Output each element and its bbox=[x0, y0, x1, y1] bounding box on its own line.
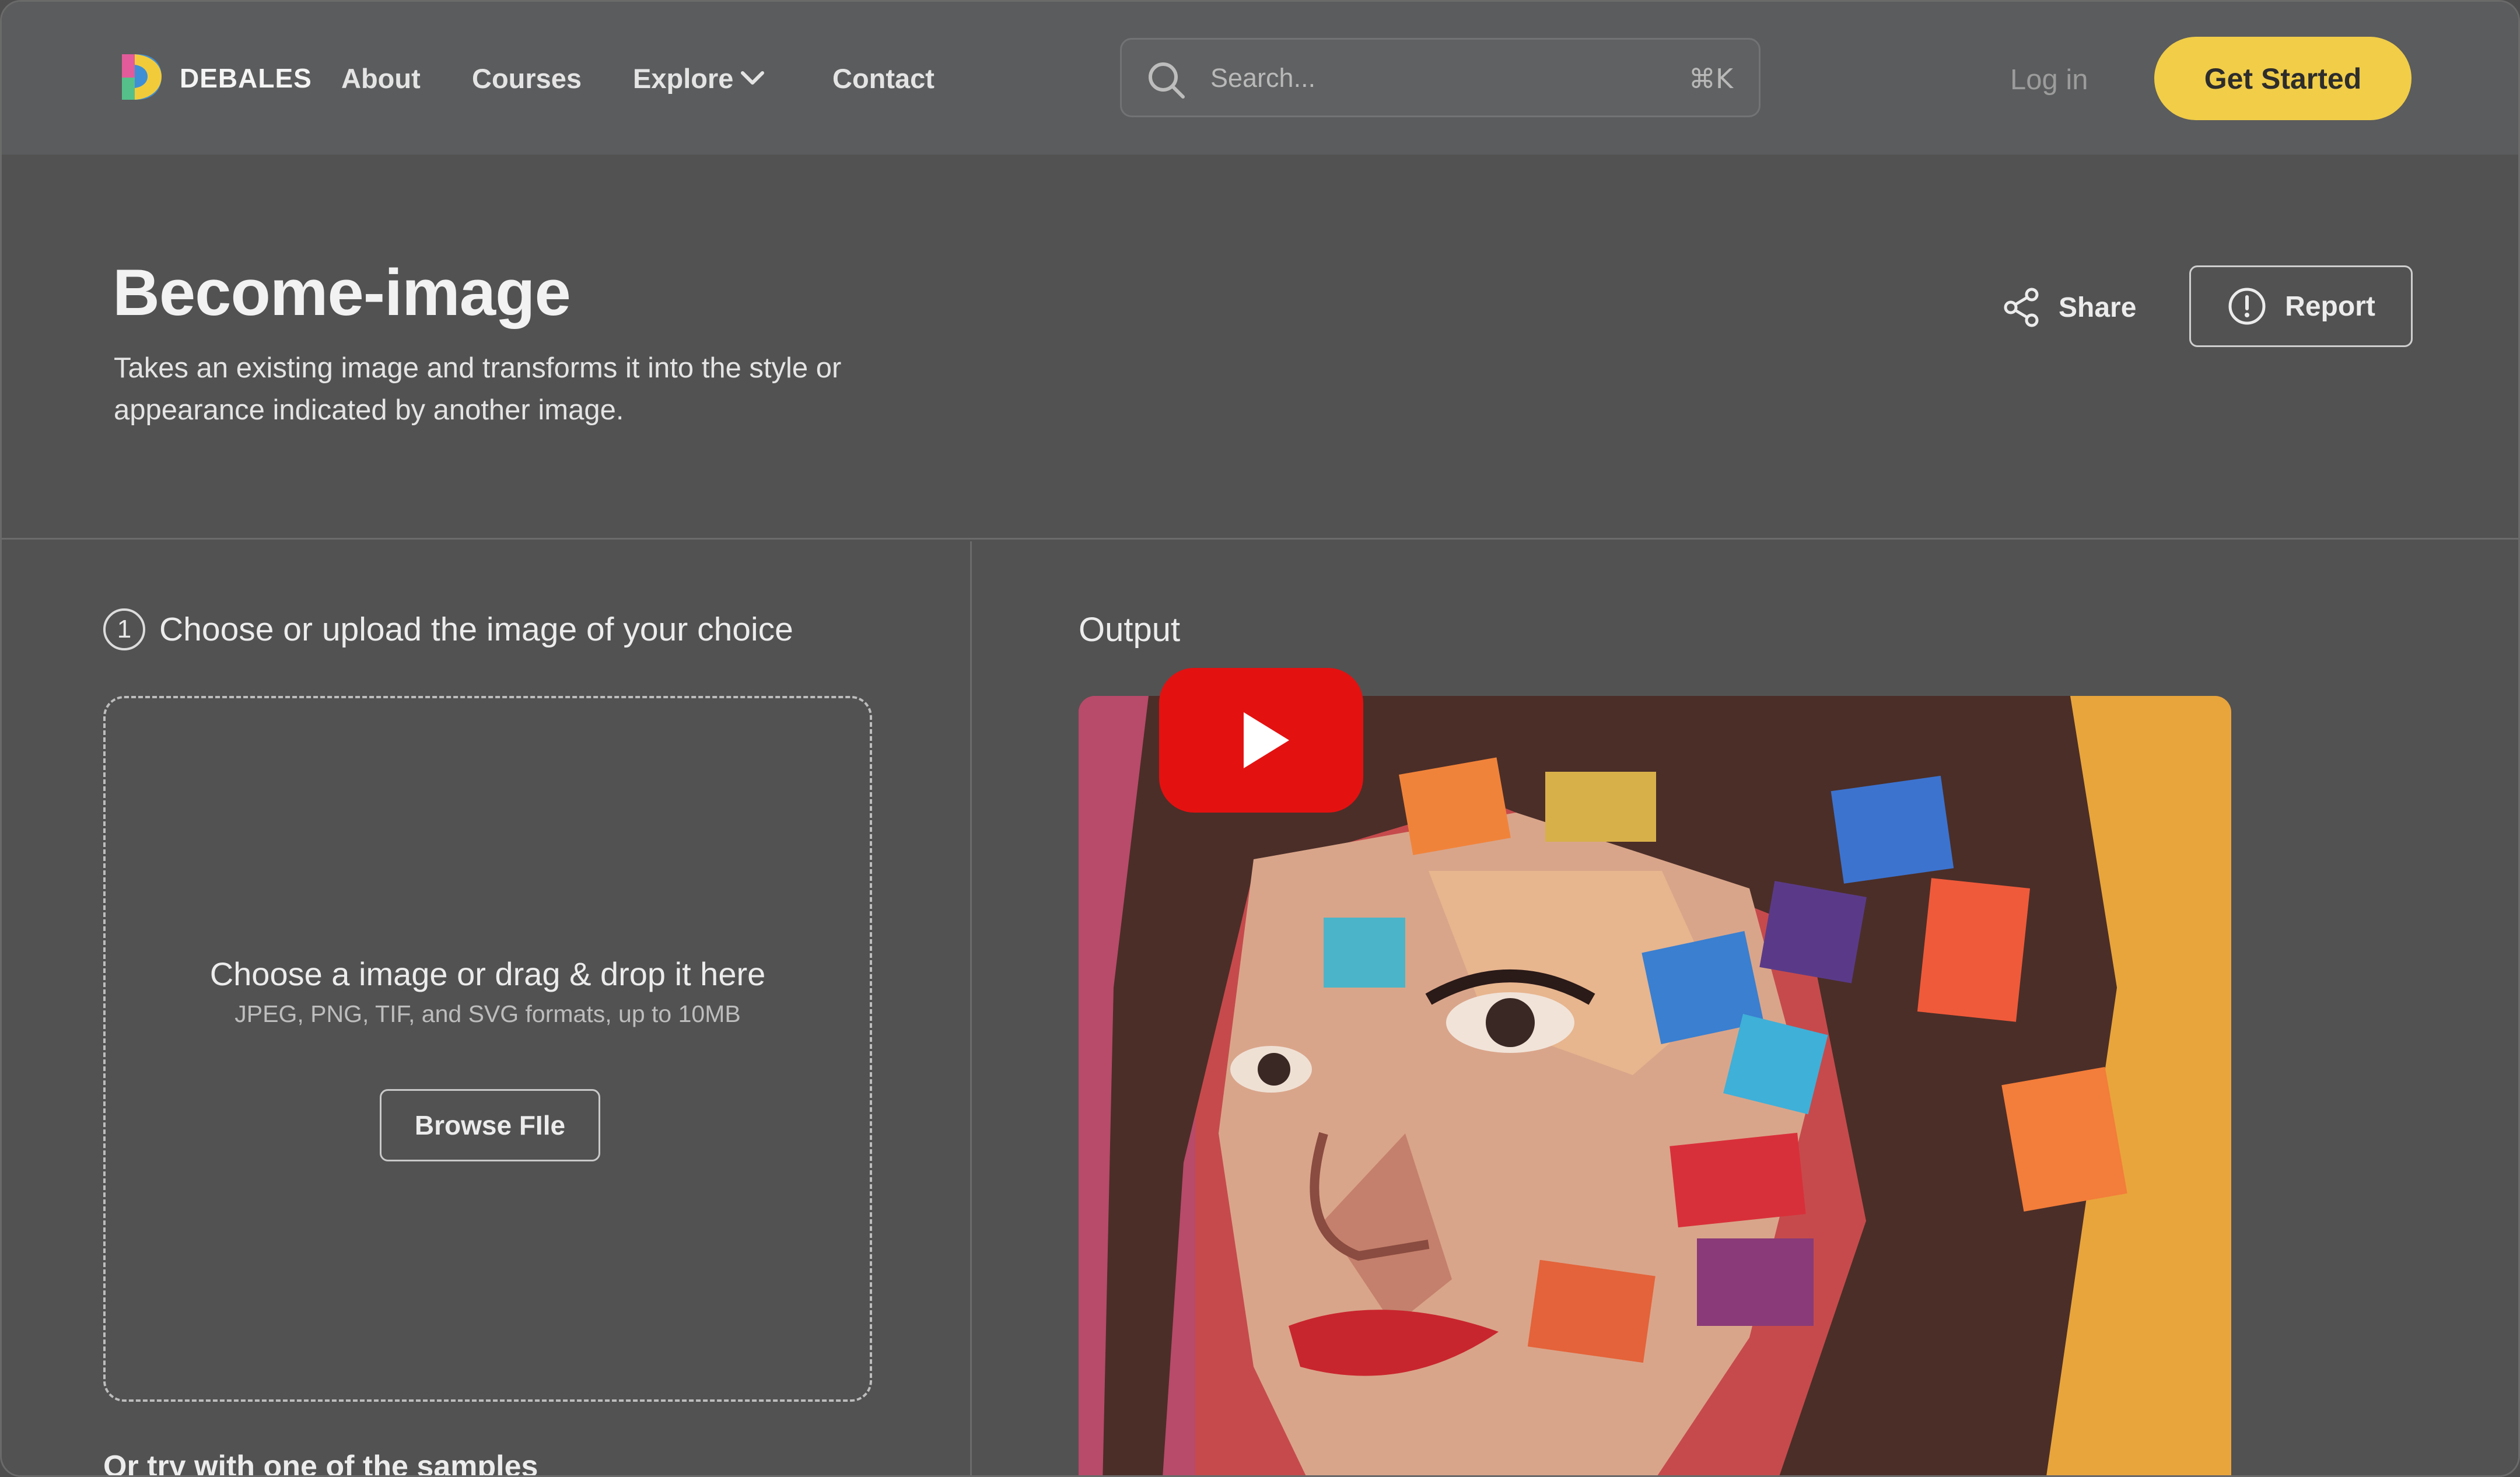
alert-circle-icon bbox=[2228, 288, 2266, 325]
debales-logo-icon[interactable] bbox=[117, 51, 164, 102]
output-panel: Output bbox=[974, 541, 2518, 1475]
painted-portrait-image bbox=[1079, 696, 2231, 1475]
page-header: Become-image Takes an existing image and… bbox=[2, 155, 2518, 540]
output-label: Output bbox=[1079, 611, 1181, 649]
search-icon bbox=[1149, 62, 1185, 99]
dropzone-instruction: Choose a image or drag & drop it here bbox=[209, 956, 766, 992]
share-label: Share bbox=[2059, 292, 2137, 323]
play-icon bbox=[1244, 712, 1289, 768]
brand-name[interactable]: DEBALES bbox=[180, 62, 312, 94]
app-frame: DEBALES About Courses Explore Contact Se… bbox=[0, 0, 2520, 1477]
report-button[interactable]: Report bbox=[2189, 265, 2413, 347]
search-box[interactable]: Search... ⌘K bbox=[1120, 38, 1760, 117]
step-number-badge: 1 bbox=[103, 608, 145, 650]
youtube-play-button[interactable] bbox=[1159, 668, 1363, 813]
input-panel: 1 Choose or upload the image of your cho… bbox=[2, 541, 972, 1477]
output-image bbox=[1079, 696, 2231, 1475]
browse-file-button[interactable]: Browse FIle bbox=[380, 1089, 600, 1161]
share-icon bbox=[2004, 288, 2039, 327]
samples-heading: Or try with one of the samples bbox=[103, 1450, 538, 1477]
search-shortcut: ⌘K bbox=[1688, 63, 1733, 94]
dropzone-formats: JPEG, PNG, TIF, and SVG formats, up to 1… bbox=[235, 1000, 741, 1027]
share-button[interactable]: Share bbox=[2003, 277, 2136, 338]
page-title: Become-image bbox=[113, 256, 571, 329]
nav-link-explore[interactable]: Explore bbox=[633, 62, 733, 94]
search-placeholder[interactable]: Search... bbox=[1210, 63, 1315, 93]
top-navbar: DEBALES About Courses Explore Contact Se… bbox=[2, 2, 2518, 155]
chevron-down-icon[interactable] bbox=[738, 67, 767, 90]
get-started-button[interactable]: Get Started bbox=[2154, 37, 2412, 120]
report-label: Report bbox=[2285, 290, 2375, 322]
step-title: Choose or upload the image of your choic… bbox=[159, 611, 793, 648]
image-dropzone[interactable]: Choose a image or drag & drop it here JP… bbox=[103, 696, 872, 1402]
nav-link-courses[interactable]: Courses bbox=[472, 62, 582, 94]
page-description: Takes an existing image and transforms i… bbox=[114, 352, 842, 426]
nav-link-contact[interactable]: Contact bbox=[832, 62, 935, 94]
login-link[interactable]: Log in bbox=[2010, 64, 2088, 96]
nav-link-about[interactable]: About bbox=[341, 62, 421, 94]
